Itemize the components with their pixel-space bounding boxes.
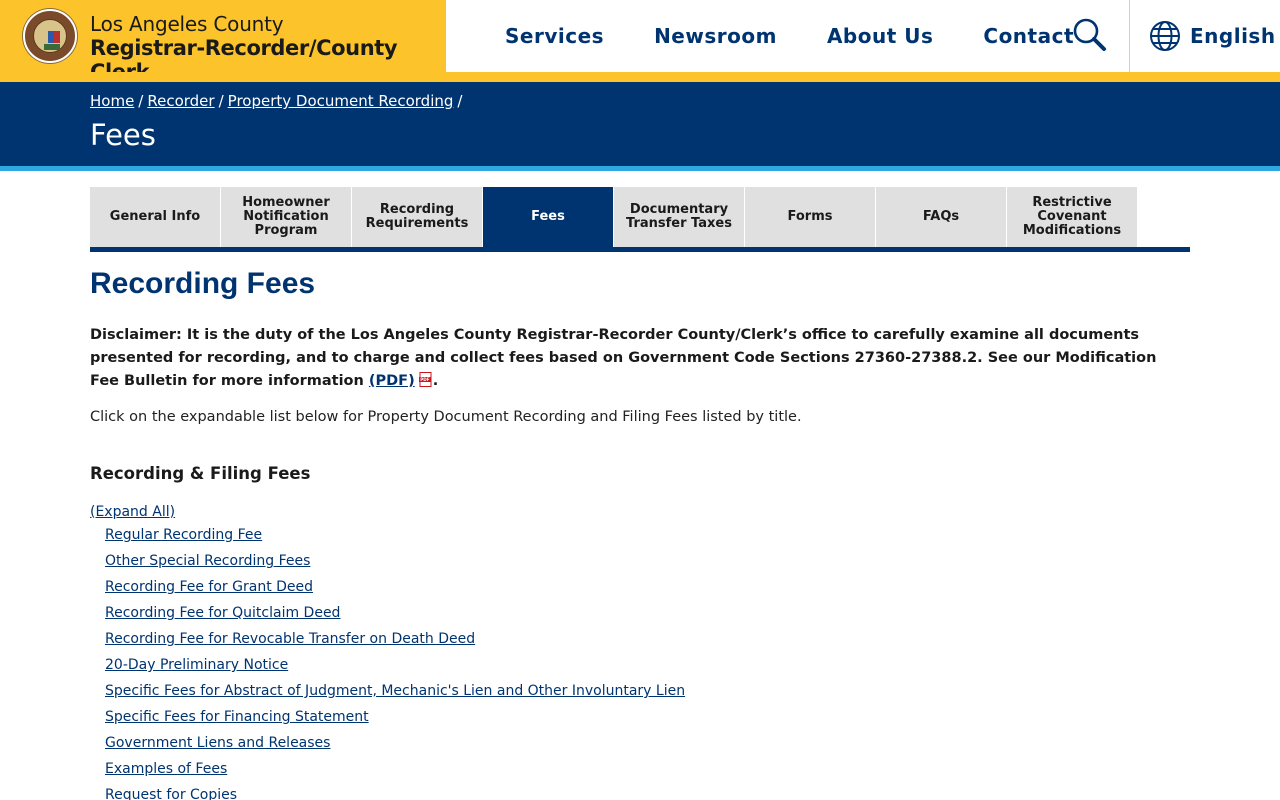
language-selector[interactable]: English [1148, 16, 1276, 56]
tab-general-info[interactable]: General Info [90, 187, 220, 247]
list-item: 20-Day Preliminary Notice [105, 654, 1190, 680]
tabs-underline [90, 247, 1190, 252]
fee-link-quitclaim-deed[interactable]: Recording Fee for Quitclaim Deed [105, 605, 340, 621]
expand-all-link[interactable]: (Expand All) [90, 504, 175, 520]
breadcrumb-separator: / [218, 92, 224, 110]
svg-text:PDF: PDF [420, 377, 430, 382]
tab-faqs[interactable]: FAQs [876, 187, 1006, 247]
language-label: English [1190, 24, 1276, 48]
brand-block[interactable]: Los Angeles County Registrar-Recorder/Co… [0, 0, 446, 84]
list-item: Regular Recording Fee [105, 524, 1190, 550]
tab-homeowner-notification-program[interactable]: Homeowner Notification Program [221, 187, 351, 247]
fee-link-20-day-preliminary-notice[interactable]: 20-Day Preliminary Notice [105, 657, 288, 673]
modification-fee-bulletin-pdf-link[interactable]: (PDF) [369, 373, 415, 389]
fee-link-request-for-copies[interactable]: Request for Copies [105, 787, 237, 800]
disclaimer-period: . [432, 373, 439, 389]
list-item: Recording Fee for Quitclaim Deed [105, 602, 1190, 628]
disclaimer-text: Disclaimer: It is the duty of the Los An… [90, 327, 1157, 389]
county-seal-logo [23, 9, 77, 63]
agency-name-line1: Los Angeles County [90, 12, 284, 36]
nav-about-us[interactable]: About Us [827, 24, 933, 48]
fee-list: Regular Recording Fee Other Special Reco… [90, 524, 1190, 800]
search-icon [1073, 18, 1106, 51]
list-item: Government Liens and Releases [105, 732, 1190, 758]
fee-link-other-special-recording-fees[interactable]: Other Special Recording Fees [105, 553, 310, 569]
header-gold-strip [0, 72, 1280, 82]
intro-text: Click on the expandable list below for P… [90, 409, 802, 425]
tab-documentary-transfer-taxes[interactable]: Documentary Transfer Taxes [614, 187, 744, 247]
section-tabs: General Info Homeowner Notification Prog… [90, 187, 1190, 252]
list-item: Recording Fee for Revocable Transfer on … [105, 628, 1190, 654]
nav-newsroom[interactable]: Newsroom [654, 24, 777, 48]
list-item: Other Special Recording Fees [105, 550, 1190, 576]
section-heading: Recording & Filing Fees [90, 464, 311, 483]
list-item: Specific Fees for Abstract of Judgment, … [105, 680, 1190, 706]
content-heading: Recording Fees [90, 267, 316, 300]
breadcrumb: Home / Recorder / Property Document Recordin… [90, 92, 466, 110]
fee-link-financing-statement[interactable]: Specific Fees for Financing Statement [105, 709, 369, 725]
breadcrumb-recorder[interactable]: Recorder [147, 92, 214, 110]
list-item: Specific Fees for Financing Statement [105, 706, 1190, 732]
breadcrumb-separator: / [138, 92, 144, 110]
list-item: Examples of Fees [105, 758, 1190, 784]
tab-recording-requirements[interactable]: Recording Requirements [352, 187, 482, 247]
fee-link-grant-deed[interactable]: Recording Fee for Grant Deed [105, 579, 313, 595]
tab-fees[interactable]: Fees [483, 187, 613, 247]
nav-services[interactable]: Services [505, 24, 604, 48]
fee-link-examples-of-fees[interactable]: Examples of Fees [105, 761, 227, 777]
breadcrumb-home[interactable]: Home [90, 92, 134, 110]
tab-forms[interactable]: Forms [745, 187, 875, 247]
fee-link-revocable-transfer-on-death-deed[interactable]: Recording Fee for Revocable Transfer on … [105, 631, 475, 647]
search-button[interactable] [1068, 14, 1112, 58]
list-item: Recording Fee for Grant Deed [105, 576, 1190, 602]
main-nav: Services Newsroom About Us Contact [505, 0, 1124, 72]
fee-link-regular-recording-fee[interactable]: Regular Recording Fee [105, 527, 262, 543]
site-header: Los Angeles County Registrar-Recorder/Co… [0, 0, 1280, 84]
breadcrumb-separator: / [457, 92, 463, 110]
globe-icon [1150, 21, 1180, 51]
list-item: Request for Copies [105, 784, 1190, 800]
fee-link-government-liens[interactable]: Government Liens and Releases [105, 735, 330, 751]
nav-contact[interactable]: Contact [983, 24, 1074, 48]
disclaimer: Disclaimer: It is the duty of the Los An… [90, 324, 1190, 393]
fee-link-abstract-of-judgment[interactable]: Specific Fees for Abstract of Judgment, … [105, 683, 685, 699]
breadcrumb-property-document-recording[interactable]: Property Document Recording [228, 92, 454, 110]
main-content: Recording Fees Disclaimer: It is the dut… [90, 264, 1190, 800]
tab-restrictive-covenant-modifications[interactable]: Restrictive Covenant Modifications [1007, 187, 1137, 247]
banner-accent-strip [0, 166, 1280, 171]
pdf-file-icon: PDF [418, 372, 432, 387]
page-banner: Home / Recorder / Property Document Recordin… [0, 82, 1280, 166]
header-divider [1129, 0, 1130, 72]
page-title: Fees [90, 118, 156, 152]
